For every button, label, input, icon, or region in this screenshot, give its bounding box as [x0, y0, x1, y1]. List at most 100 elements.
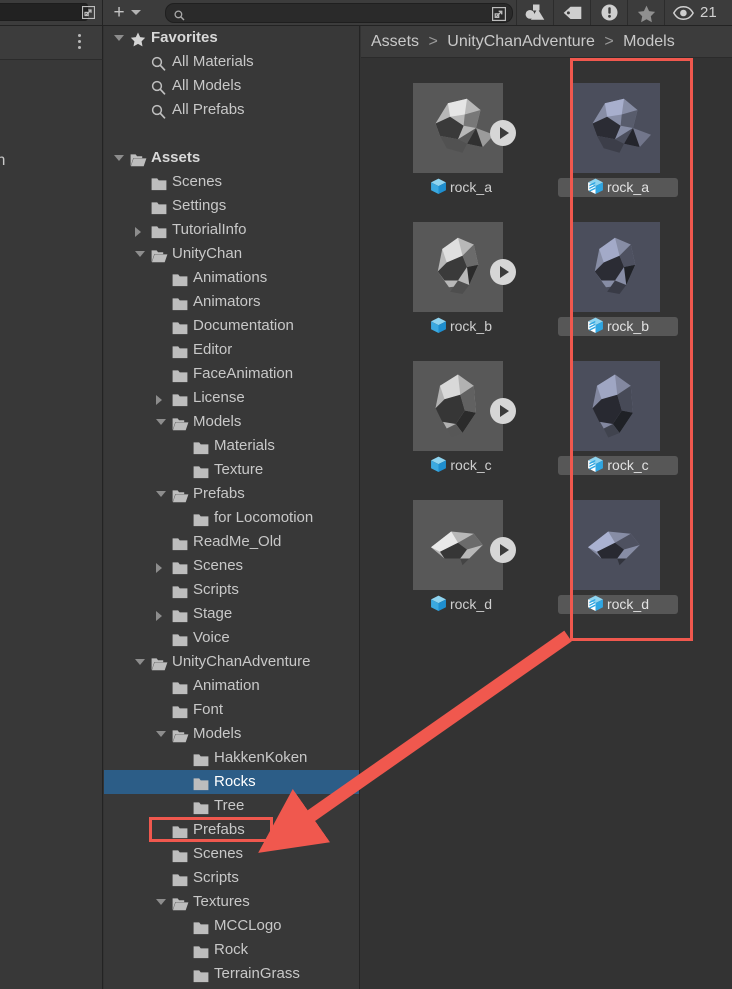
tree-item-tutorialinfo[interactable]: TutorialInfo [104, 218, 359, 242]
chevron-right-icon[interactable] [156, 395, 162, 405]
tree-item-label: Texture [214, 458, 263, 482]
chevron-down-icon[interactable] [135, 659, 145, 665]
tree-item-all-models[interactable]: All Models [104, 74, 359, 98]
tree-item-rocks[interactable]: Rocks [104, 770, 359, 794]
tree-item-scenes[interactable]: Scenes [104, 554, 359, 578]
tree-item-scenes[interactable]: Scenes [104, 170, 359, 194]
chevron-right-icon[interactable] [156, 563, 162, 573]
tree-item-all-materials[interactable]: All Materials [104, 50, 359, 74]
tree-item-animators[interactable]: Animators [104, 290, 359, 314]
tree-item-documentation[interactable]: Documentation [104, 314, 359, 338]
tree-item-mcclogo[interactable]: MCCLogo [104, 914, 359, 938]
chevron-down-icon[interactable] [156, 491, 166, 497]
project-folder-tree[interactable]: FavoritesAll MaterialsAll ModelsAll Pref… [104, 26, 360, 989]
unity-project-window: + [0, 0, 732, 989]
tree-item-tree[interactable]: Tree [104, 794, 359, 818]
tree-item-hakkenkoken[interactable]: HakkenKoken [104, 746, 359, 770]
tree-item-readme-old[interactable]: ReadMe_Old [104, 530, 359, 554]
create-asset-button[interactable]: + [110, 4, 128, 22]
tree-item-rock[interactable]: Rock [104, 938, 359, 962]
tree-item-label: FaceAnimation [193, 362, 293, 386]
tree-item-voice[interactable]: Voice [104, 626, 359, 650]
breadcrumb-item-0[interactable]: Assets [371, 33, 419, 50]
tree-item-font[interactable]: Font [104, 698, 359, 722]
tree-item-animations[interactable]: Animations [104, 266, 359, 290]
asset-thumbnail[interactable] [413, 222, 503, 312]
tree-item-scenes[interactable]: Scenes [104, 842, 359, 866]
asset-thumbnail[interactable] [413, 361, 503, 451]
tree-item-favorites[interactable]: Favorites [104, 26, 359, 50]
tree-item-label: Assets [151, 146, 200, 170]
tree-item-label: All Models [172, 74, 241, 98]
tree-item-unitychanadventure[interactable]: UnityChanAdventure [104, 650, 359, 674]
expand-icon[interactable] [82, 6, 95, 19]
play-preview-icon[interactable] [490, 120, 516, 146]
tree-item-label: License [193, 386, 245, 410]
more-options-icon[interactable] [78, 34, 82, 52]
asset-thumbnail [570, 222, 660, 312]
breadcrumb-item-1[interactable]: UnityChanAdventure [447, 33, 595, 50]
tree-item-scripts[interactable]: Scripts [104, 578, 359, 602]
asset-tile-label: rock_d [401, 595, 521, 614]
tree-item-license[interactable]: License [104, 386, 359, 410]
chevron-down-icon[interactable] [114, 35, 124, 41]
tree-item-prefabs[interactable]: Prefabs [104, 482, 359, 506]
chevron-right-icon[interactable] [135, 227, 141, 237]
tree-item-label: ReadMe_Old [193, 530, 281, 554]
favorite-filter-button[interactable] [627, 0, 664, 25]
log-filter-button[interactable] [590, 0, 627, 25]
chevron-down-icon[interactable] [156, 899, 166, 905]
tree-item-textures[interactable]: Textures [104, 890, 359, 914]
asset-tile-label: rock_c [558, 456, 678, 475]
tree-item-all-prefabs[interactable]: All Prefabs [104, 98, 359, 122]
left-partial-search-field[interactable] [0, 3, 88, 21]
tree-item-label: Settings [172, 194, 226, 218]
asset-thumbnail[interactable] [413, 83, 503, 173]
chevron-right-icon[interactable] [156, 611, 162, 621]
label-filter-button[interactable] [553, 0, 590, 25]
tree-item-stage[interactable]: Stage [104, 602, 359, 626]
tree-item-label: Textures [193, 890, 250, 914]
chevron-down-icon[interactable] [114, 155, 124, 161]
chevron-down-icon[interactable] [131, 10, 141, 15]
tree-item-label: Voice [193, 626, 230, 650]
tree-item-terraingrass[interactable]: TerrainGrass [104, 962, 359, 986]
tree-item-animation[interactable]: Animation [104, 674, 359, 698]
tree-item-models[interactable]: Models [104, 722, 359, 746]
tree-item-faceanimation[interactable]: FaceAnimation [104, 362, 359, 386]
play-preview-icon[interactable] [490, 537, 516, 563]
tree-item-label: Animators [193, 290, 261, 314]
type-filter-button[interactable] [516, 0, 553, 25]
search-bar[interactable] [165, 3, 513, 23]
tree-item-texture[interactable]: Texture [104, 458, 359, 482]
breadcrumb[interactable]: Assets > UnityChanAdventure > Models [361, 26, 732, 58]
top-toolbar: + [0, 0, 732, 26]
warning-circle-icon [601, 4, 618, 21]
chevron-down-icon[interactable] [135, 251, 145, 257]
tree-item-label: Font [193, 698, 223, 722]
tree-item-unitychan[interactable]: UnityChan [104, 242, 359, 266]
breadcrumb-separator: > [428, 33, 437, 50]
tree-item-label: Favorites [151, 26, 218, 50]
tree-item-label: Tree [214, 794, 244, 818]
asset-thumbnail[interactable] [413, 500, 503, 590]
chevron-down-icon[interactable] [156, 419, 166, 425]
play-preview-icon[interactable] [490, 398, 516, 424]
play-preview-icon[interactable] [490, 259, 516, 285]
scene-visibility-button[interactable]: 21 [664, 0, 732, 25]
tree-item-models[interactable]: Models [104, 410, 359, 434]
breadcrumb-item-2[interactable]: Models [623, 33, 675, 50]
expand-icon[interactable] [492, 7, 506, 26]
asset-tile-label: rock_c [401, 456, 521, 475]
tree-item-prefabs[interactable]: Prefabs [104, 818, 359, 842]
tree-item-assets[interactable]: Assets [104, 146, 359, 170]
tree-spacer [104, 122, 359, 146]
tree-item-scripts[interactable]: Scripts [104, 866, 359, 890]
chevron-down-icon[interactable] [156, 731, 166, 737]
tree-item-for-locomotion[interactable]: for Locomotion [104, 506, 359, 530]
tree-item-settings[interactable]: Settings [104, 194, 359, 218]
tree-item-label: for Locomotion [214, 506, 313, 530]
tree-item-editor[interactable]: Editor [104, 338, 359, 362]
tree-item-materials[interactable]: Materials [104, 434, 359, 458]
search-input[interactable] [191, 5, 475, 23]
